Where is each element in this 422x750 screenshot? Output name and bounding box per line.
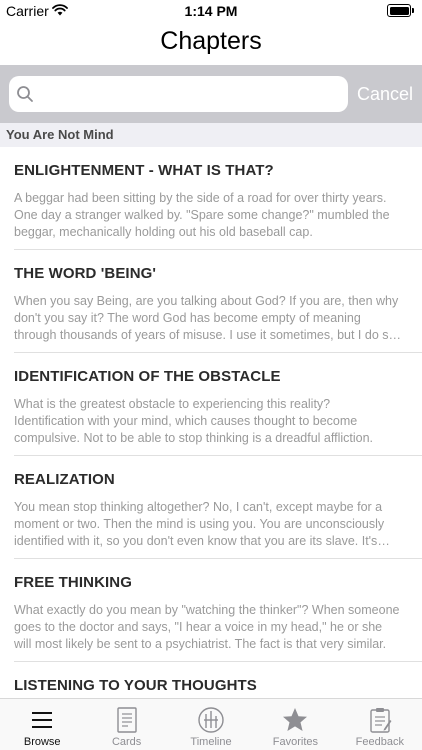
chapter-list[interactable]: ENLIGHTENMENT - WHAT IS THAT? A beggar h… (0, 147, 422, 698)
chapter-preview: A beggar had been sitting by the side of… (14, 191, 390, 239)
tab-label: Favorites (272, 736, 319, 748)
tab-label: Timeline (190, 736, 232, 748)
cancel-button[interactable]: Cancel (357, 82, 413, 106)
section-header: You Are Not Mind (0, 123, 422, 147)
section-title: You Are Not Mind (6, 127, 114, 142)
chapter-preview: When you say Being, are you talking abou… (14, 294, 399, 342)
chapter-row[interactable]: FREE THINKING What exactly do you mean b… (0, 559, 422, 662)
tab-bar: Browse Cards Timeline Favorites Feedback (0, 698, 422, 750)
search-input[interactable] (43, 76, 343, 112)
tab-label: Browse (23, 736, 61, 748)
chapter-row[interactable]: THE WORD 'BEING' When you say Being, are… (0, 250, 422, 353)
tab-timeline[interactable]: Timeline (169, 699, 253, 750)
tab-cards[interactable]: Cards (84, 699, 168, 750)
star-icon (283, 708, 308, 731)
search-icon (17, 86, 33, 102)
chapter-title: ENLIGHTENMENT - WHAT IS THAT? (14, 162, 274, 179)
chapter-preview: You mean stop thinking altogether? No, I… (14, 500, 385, 548)
chapter-row[interactable]: ENLIGHTENMENT - WHAT IS THAT? A beggar h… (0, 147, 422, 250)
timeline-icon (198, 707, 224, 733)
status-bar: Carrier 1:14 PM (0, 0, 422, 22)
chapter-title: REALIZATION (14, 471, 115, 488)
search-bar: Cancel (0, 65, 422, 123)
chapter-title: THE WORD 'BEING' (14, 265, 157, 282)
chapter-title: FREE THINKING (14, 574, 132, 591)
card-icon (116, 707, 137, 733)
chapter-row[interactable]: IDENTIFICATION OF THE OBSTACLE What is t… (0, 353, 422, 456)
page-title: Chapters (160, 27, 262, 55)
chapter-title: IDENTIFICATION OF THE OBSTACLE (14, 368, 281, 385)
chapter-title: LISTENING TO YOUR THOUGHTS (14, 677, 257, 694)
chapter-row[interactable]: LISTENING TO YOUR THOUGHTS (0, 662, 422, 698)
battery-icon (387, 4, 414, 17)
chapter-row[interactable]: REALIZATION You mean stop thinking altog… (0, 456, 422, 559)
chapter-preview: What is the greatest obstacle to experie… (14, 397, 374, 445)
tab-favorites[interactable]: Favorites (253, 699, 337, 750)
chapter-preview: What exactly do you mean by "watching th… (14, 603, 400, 651)
search-field[interactable] (9, 76, 348, 112)
tab-label: Feedback (355, 736, 404, 748)
list-icon (32, 712, 53, 728)
clipboard-icon (370, 708, 392, 733)
tab-label: Cards (111, 736, 142, 748)
tab-feedback[interactable]: Feedback (338, 699, 422, 750)
status-time: 1:14 PM (184, 3, 238, 19)
tab-browse[interactable]: Browse (0, 699, 84, 750)
